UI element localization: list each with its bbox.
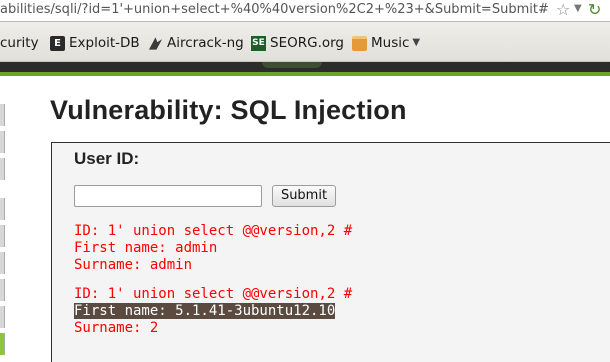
sidebar-item-active[interactable] bbox=[0, 333, 5, 355]
bookmark-exploit-db[interactable]: E Exploit-DB bbox=[50, 34, 140, 52]
exploit-db-icon: E bbox=[50, 35, 65, 51]
submit-button[interactable]: Submit bbox=[272, 185, 336, 207]
page-title: Vulnerability: SQL Injection bbox=[50, 95, 407, 125]
site-header-strip bbox=[0, 62, 610, 76]
result-first-name: First name: admin bbox=[74, 240, 218, 256]
bookmark-label: Exploit-DB bbox=[69, 35, 140, 51]
reload-icon[interactable]: ↻ bbox=[588, 0, 601, 20]
result-block: ID: 1' union select @@version,2 # First n… bbox=[74, 286, 352, 337]
chevron-down-icon: ▼ bbox=[412, 37, 421, 48]
seorg-icon: SE bbox=[251, 35, 266, 51]
result-id-line: ID: 1' union select @@version,2 # bbox=[74, 286, 353, 302]
url-text[interactable]: abilities/sqli/?id=1'+union+select+%40%4… bbox=[0, 1, 550, 19]
bookmark-label: Music bbox=[371, 35, 410, 51]
sidebar-item[interactable] bbox=[0, 252, 5, 274]
sidebar-item[interactable] bbox=[0, 158, 5, 180]
sidebar-item[interactable] bbox=[0, 131, 5, 153]
sidebar-item[interactable] bbox=[0, 104, 5, 126]
bookmark-seorg[interactable]: SE SEORG.org bbox=[251, 34, 344, 52]
logo-fragment bbox=[262, 62, 322, 68]
sidebar-item[interactable] bbox=[0, 279, 5, 301]
sidebar-item[interactable] bbox=[0, 225, 5, 247]
user-id-label: User ID: bbox=[74, 149, 140, 168]
result-first-name-selected: First name: 5.1.41-3ubuntu12.10 bbox=[74, 303, 336, 319]
bookmark-label: Aircrack-ng bbox=[167, 35, 244, 51]
user-id-input[interactable] bbox=[74, 185, 262, 207]
result-block: ID: 1' union select @@version,2 # First n… bbox=[74, 223, 352, 274]
url-dropdown-icon[interactable]: ▼ bbox=[574, 3, 582, 14]
sidebar-item[interactable] bbox=[0, 198, 5, 220]
bookmark-label: SEORG.org bbox=[270, 35, 344, 51]
bookmark-security[interactable]: curity bbox=[0, 34, 39, 52]
result-surname: Surname: admin bbox=[74, 257, 193, 273]
bookmark-folder-music[interactable]: Music ▼ bbox=[352, 34, 420, 52]
result-surname: Surname: 2 bbox=[74, 320, 159, 336]
folder-icon bbox=[352, 35, 367, 51]
bookmarks-bar: curity E Exploit-DB Aircrack-ng SE SEORG… bbox=[0, 22, 610, 62]
bookmark-label: curity bbox=[0, 35, 39, 51]
vulnerable-form-box: User ID: Submit ID: 1' union select @@ve… bbox=[51, 142, 610, 362]
sidebar-menu bbox=[0, 104, 5, 360]
bookmark-aircrack[interactable]: Aircrack-ng bbox=[148, 34, 244, 52]
result-id-line: ID: 1' union select @@version,2 # bbox=[74, 223, 353, 239]
sidebar-item[interactable] bbox=[0, 306, 5, 328]
aircrack-icon bbox=[148, 36, 163, 50]
bookmark-star-icon[interactable]: ☆ bbox=[556, 0, 570, 20]
url-bar[interactable]: abilities/sqli/?id=1'+union+select+%40%4… bbox=[0, 0, 610, 22]
